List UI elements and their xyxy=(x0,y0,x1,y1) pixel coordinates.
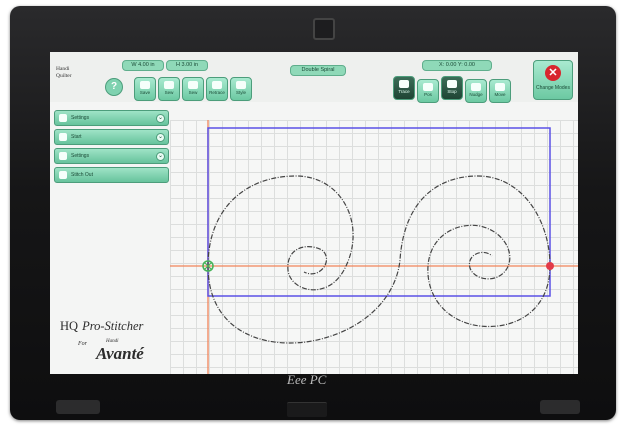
nudge-icon xyxy=(471,83,481,91)
position-icon xyxy=(423,83,433,91)
chevron-down-icon: ⌄ xyxy=(156,133,165,142)
webcam xyxy=(313,18,335,40)
left-hinge-bar xyxy=(56,400,100,414)
brand-product: Pro-Stitcher xyxy=(82,319,144,333)
sidebar-item-label: Start xyxy=(71,134,82,140)
toolbar-label: Sew xyxy=(164,90,174,95)
toolbar-label: Nudge xyxy=(469,92,483,97)
sidebar-item-start[interactable]: Start ⌄ xyxy=(54,129,169,145)
help-button[interactable]: ? xyxy=(105,78,123,96)
save-icon xyxy=(140,81,150,89)
toolbar-button-save[interactable]: Save xyxy=(134,77,156,101)
toolbar-button-trace[interactable]: Trace xyxy=(393,76,415,100)
double-spiral-pattern-outer xyxy=(207,175,551,344)
device-brand-logo: Eee PC xyxy=(287,372,327,387)
top-toolbar: Handi Quilter W 4.00 in H 3.00 in Double… xyxy=(50,52,578,103)
logo-line1: Handi xyxy=(56,66,70,72)
logo-line2: Quilter xyxy=(56,73,72,79)
settings-icon xyxy=(59,114,67,122)
toolbar-label: Pos xyxy=(424,92,432,97)
sidebar-item-label: Settings xyxy=(71,153,90,159)
device-hinge xyxy=(287,402,327,417)
stitch-icon xyxy=(59,171,67,179)
sew-icon xyxy=(188,81,198,89)
app-logo: Handi Quilter xyxy=(56,66,92,94)
toolbar-button-move[interactable]: Move xyxy=(489,79,511,103)
toolbar-button-nudge[interactable]: Nudge xyxy=(465,79,487,103)
change-modes-label: Change Modes xyxy=(536,85,570,91)
chevron-down-icon: ⌄ xyxy=(156,114,165,123)
toolbar-button-sew-2[interactable]: Sew xyxy=(182,77,204,101)
toolbar-label: Stop xyxy=(447,89,457,94)
brand-hq: HQ xyxy=(60,319,79,333)
pattern-canvas xyxy=(170,120,578,374)
brand-block: HQ Pro-Stitcher For Handi Avanté xyxy=(60,317,180,363)
sidebar-item-settings[interactable]: Settings ⌄ xyxy=(54,110,169,126)
brand-model: Avanté xyxy=(96,344,144,363)
toolbar-button-retrace[interactable]: Retrace xyxy=(206,77,228,101)
end-point-marker xyxy=(546,262,554,270)
double-spiral-pattern xyxy=(207,175,354,291)
toolbar-label: Retrace xyxy=(209,90,225,95)
trace-icon xyxy=(399,80,409,88)
second-spiral-inner xyxy=(427,224,551,328)
pattern-name-display: Double Spiral xyxy=(290,65,346,76)
toolbar-button-sew[interactable]: Sew xyxy=(158,77,180,101)
right-hinge-bar xyxy=(540,400,580,414)
toolbar-button-position[interactable]: Pos xyxy=(417,79,439,103)
pattern-workspace[interactable] xyxy=(170,120,578,374)
stop-icon xyxy=(447,80,457,88)
wrench-icon xyxy=(59,152,67,160)
move-icon xyxy=(495,83,505,91)
toolbar-label: Save xyxy=(139,90,151,95)
retrace-icon xyxy=(212,81,222,89)
sidebar-item-label: Stitch Out xyxy=(71,172,93,178)
toolbar-label: Move xyxy=(494,92,506,97)
app-screen: Handi Quilter W 4.00 in H 3.00 in Double… xyxy=(50,52,578,374)
toolbar-button-stop[interactable]: Stop xyxy=(441,76,463,100)
height-readout: H 3.00 in xyxy=(166,60,208,71)
close-icon: ✕ xyxy=(545,65,561,81)
sew-icon xyxy=(164,81,174,89)
toolbar-label: Trace xyxy=(398,89,410,94)
start-icon xyxy=(59,133,67,141)
brand-for: For xyxy=(78,341,87,347)
sidebar-item-settings-2[interactable]: Settings ⌄ xyxy=(54,148,169,164)
coordinates-readout: X: 0.00 Y: 0.00 xyxy=(422,60,492,71)
change-modes-button[interactable]: ✕ Change Modes xyxy=(533,60,573,100)
sidebar-item-label: Settings xyxy=(71,115,90,121)
toolbar-label: Sew xyxy=(188,90,198,95)
width-readout: W 4.00 in xyxy=(122,60,164,71)
sidebar-item-stitch-out[interactable]: Stitch Out xyxy=(54,167,169,183)
style-icon xyxy=(236,81,246,89)
sidebar-menu: Settings ⌄ Start ⌄ Settings ⌄ Stitch Out xyxy=(54,110,169,186)
pattern-bounding-box xyxy=(207,127,551,297)
toolbar-button-style[interactable]: Style xyxy=(230,77,252,101)
toolbar-label: Style xyxy=(235,90,246,95)
chevron-down-icon: ⌄ xyxy=(156,152,165,161)
